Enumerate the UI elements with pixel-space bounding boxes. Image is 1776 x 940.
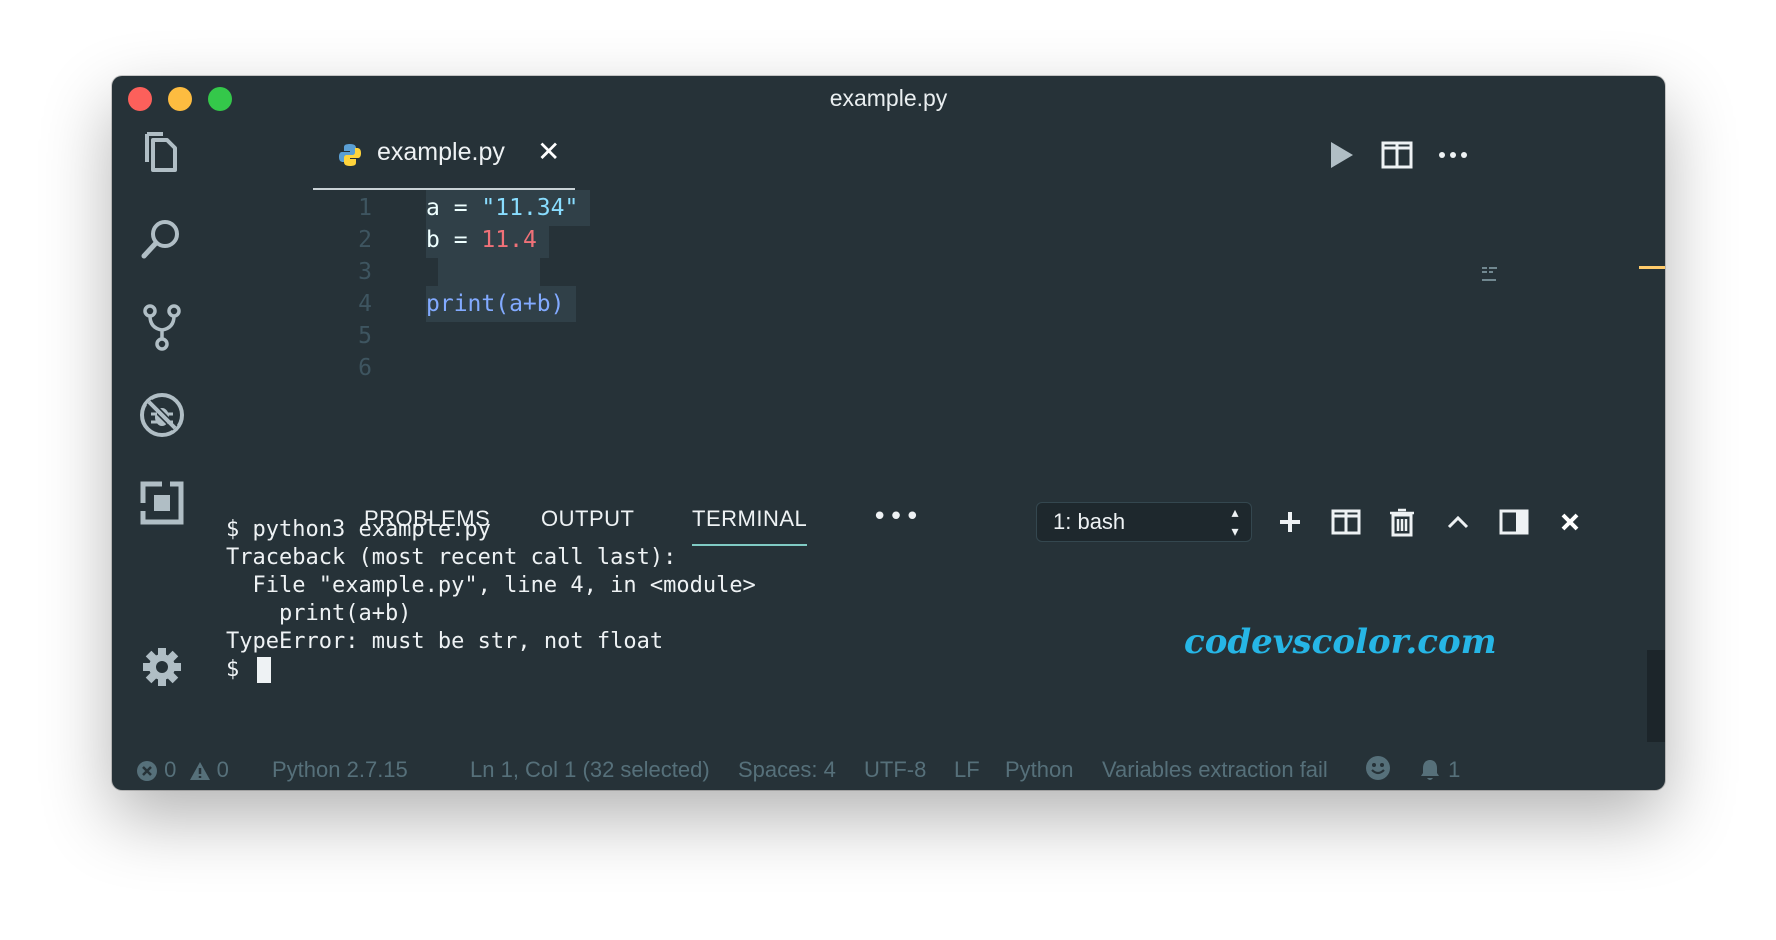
cursor-position[interactable]: Ln 1, Col 1 (32 selected)	[470, 757, 710, 783]
select-arrows-icon: ▴ ▾	[1231, 504, 1239, 539]
terminal-line: TypeError: must be str, not float	[226, 629, 664, 654]
notification-count: 1	[1448, 757, 1461, 782]
status-message[interactable]: Variables extraction fail	[1102, 757, 1328, 783]
tab-close-icon[interactable]: ✕	[537, 135, 560, 168]
python-icon	[337, 142, 363, 168]
run-icon[interactable]	[1322, 136, 1360, 174]
tab-example-py[interactable]: example.py ✕	[313, 120, 575, 190]
code-line: 4 print(a+b)	[212, 286, 812, 322]
terminal-line: print(a+b)	[226, 601, 412, 626]
tab-label: example.py	[377, 138, 505, 166]
code-line: 3	[212, 254, 812, 290]
code-line: 6	[212, 350, 812, 386]
terminal-scrollbar[interactable]	[1647, 650, 1665, 742]
line-number: 1	[358, 195, 372, 221]
code-line: 2 b = 11.4	[212, 222, 812, 258]
title-bar: example.py	[112, 76, 1665, 120]
close-panel-icon[interactable]	[1552, 504, 1588, 540]
editor-tab-bar: example.py ✕	[212, 120, 1665, 190]
status-bar: 0 0 Python 2.7.15 Ln 1, Col 1 (32 select…	[112, 750, 1665, 790]
terminal-cursor	[256, 657, 271, 683]
warning-count: 0	[216, 757, 229, 782]
terminal-line: Traceback (most recent call last):	[226, 545, 677, 570]
problems-status[interactable]: 0 0	[136, 757, 229, 783]
code-line: 1 a = "11.34"	[212, 190, 812, 226]
line-number: 3	[358, 259, 372, 285]
line-number: 4	[358, 291, 372, 317]
end-of-line[interactable]: LF	[954, 757, 980, 783]
explorer-icon[interactable]	[137, 126, 187, 176]
source-control-icon[interactable]	[137, 302, 187, 352]
kill-terminal-icon[interactable]	[1384, 504, 1420, 540]
split-terminal-icon[interactable]	[1328, 504, 1364, 540]
terminal-prompt-line: $	[226, 656, 1126, 684]
error-count: 0	[164, 757, 177, 782]
language-mode[interactable]: Python	[1005, 757, 1074, 783]
maximize-panel-icon[interactable]	[1440, 504, 1476, 540]
indentation[interactable]: Spaces: 4	[738, 757, 836, 783]
extensions-icon[interactable]	[137, 478, 187, 528]
line-number: 2	[358, 227, 372, 253]
code-text	[438, 254, 540, 290]
more-actions-icon[interactable]	[1434, 136, 1472, 174]
split-editor-icon[interactable]	[1378, 136, 1416, 174]
toggle-panel-position-icon[interactable]	[1496, 504, 1532, 540]
terminal-output[interactable]: $ python3 example.py Traceback (most rec…	[226, 516, 1126, 684]
feedback-smiley-icon[interactable]	[1365, 755, 1391, 782]
window-title: example.py	[829, 85, 948, 111]
code-text: b = 11.4	[426, 222, 549, 258]
encoding[interactable]: UTF-8	[864, 757, 926, 783]
settings-gear-icon[interactable]	[137, 642, 187, 692]
line-number: 6	[358, 355, 372, 381]
terminal-line: $ python3 example.py	[226, 517, 491, 542]
notifications[interactable]: 1	[1418, 757, 1460, 783]
new-terminal-icon[interactable]	[1272, 504, 1308, 540]
code-text: print(a+b)	[426, 286, 577, 322]
debug-icon[interactable]	[137, 390, 187, 440]
search-icon[interactable]	[137, 214, 187, 264]
code-line: 5	[212, 318, 812, 354]
code-text: a = "11.34"	[426, 190, 591, 226]
watermark: codevscolor.com	[1184, 622, 1497, 662]
line-number: 5	[358, 323, 372, 349]
activity-bar	[112, 120, 212, 790]
vscode-window: example.py example.py ✕ 1 a = "11.34" 2 …	[112, 76, 1665, 790]
code-editor[interactable]: 1 a = "11.34" 2 b = 11.4 3 4 print(a+b) …	[212, 190, 1665, 492]
python-interpreter[interactable]: Python 2.7.15	[272, 757, 408, 783]
terminal-line: File "example.py", line 4, in <module>	[226, 573, 756, 598]
